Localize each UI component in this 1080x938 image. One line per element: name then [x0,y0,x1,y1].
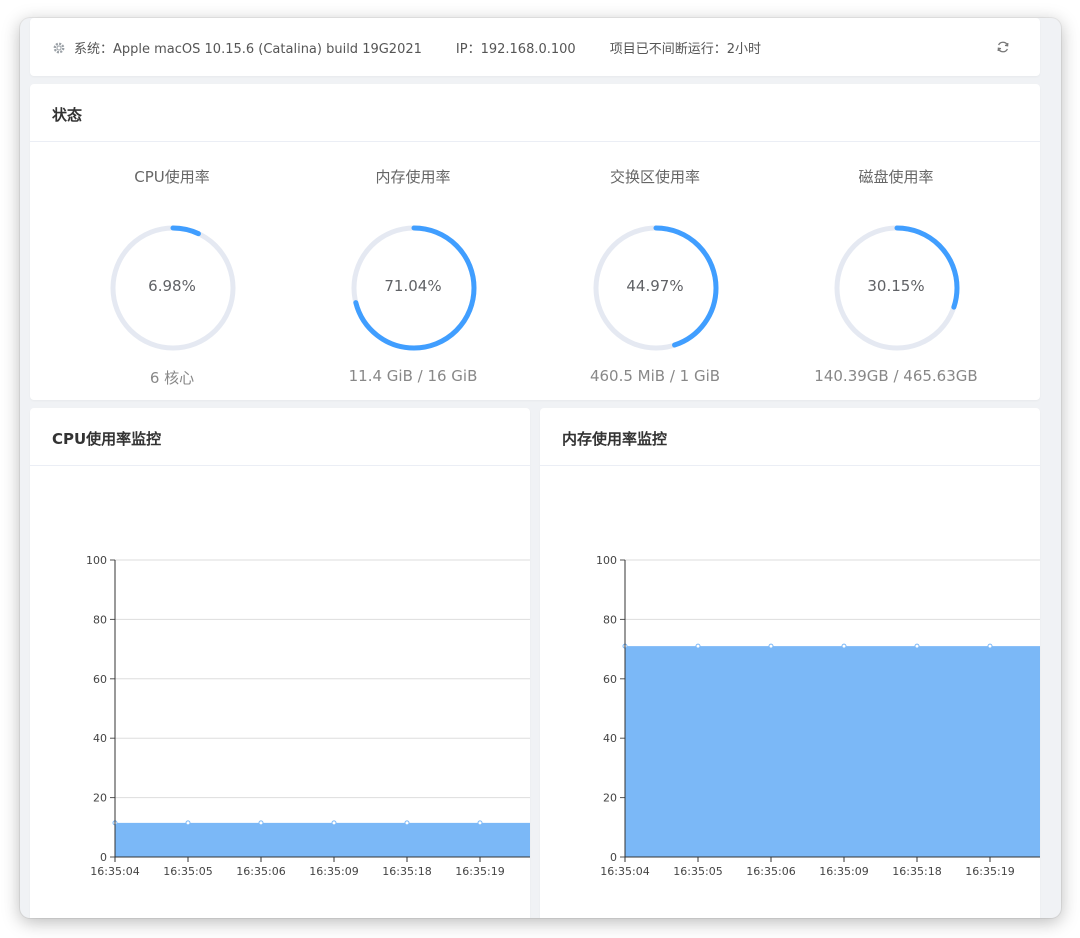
gauge-subtext: 11.4 GiB / 16 GiB [348,367,478,385]
gauge-subtext: 460.5 MiB / 1 GiB [589,367,721,385]
cpu-usage-chart: 0 20 40 60 80 100 16:35:04 16:35:05 16:35:06 16:3… [86,554,530,878]
x-tick-label: 16:35:06 [236,865,285,878]
x-tick-label: 16:35:18 [892,865,941,878]
gauge-subtext: 140.39GB / 465.63GB [814,367,978,385]
y-tick-label: 80 [603,613,617,626]
gauge-0: CPU使用率 6.98% 6 核心 [52,142,292,400]
y-tick-label: 100 [596,554,617,567]
ip-label: IP：192.168.0.100 [455,42,576,57]
y-tick-label: 40 [93,732,107,745]
app-window: 系统：Apple macOS 10.15.6 (Catalina) build … [20,18,1061,918]
cpu-monitor-header: CPU使用率监控 [30,408,530,466]
gauge-value: 44.97% [626,277,684,295]
x-tick-label: 16:35:04 [90,865,139,878]
system-label: 系统：Apple macOS 10.15.6 (Catalina) build … [74,42,422,57]
data-point [331,820,337,826]
x-tick-label: 16:35:18 [382,865,431,878]
data-point [768,643,774,649]
data-point [404,820,410,826]
system-info-bar: 系统：Apple macOS 10.15.6 (Catalina) build … [30,18,1040,76]
memory-monitor-header: 内存使用率监控 [540,408,1040,466]
y-tick-label: 40 [603,732,617,745]
gauge-subtext: 6 核心 [149,369,195,387]
chart-grid: 0 20 40 60 80 100 [86,554,530,864]
status-header: 状态 [30,84,1040,142]
gauge-value: 6.98% [148,277,196,295]
gauge-title: 交换区使用率 [609,168,700,186]
y-tick-label: 20 [93,792,107,805]
y-tick-label: 60 [603,673,617,686]
cpu-monitor-title: CPU使用率监控 [52,430,162,448]
uptime-label: 项目已不间断运行：2小时 [609,42,761,57]
gauge-2: 交换区使用率 44.97% 460.5 MiB / 1 GiB [535,142,775,400]
area-series [625,646,1040,857]
y-tick-label: 100 [86,554,107,567]
memory-monitor-title: 内存使用率监控 [562,430,668,448]
memory-usage-chart: 0 20 40 60 80 100 16:35:04 16:35:05 16:35:06 16:3… [596,554,1040,878]
x-tick-label: 16:35:05 [163,865,212,878]
gauge-1: 内存使用率 71.04% 11.4 GiB / 16 GiB [293,142,533,400]
data-point [477,820,483,826]
gauge-value: 71.04% [384,277,442,295]
status-title: 状态 [52,106,83,124]
data-point [914,643,920,649]
y-tick-label: 60 [93,673,107,686]
system-info-row: 系统：Apple macOS 10.15.6 (Catalina) build … [52,38,795,57]
x-tick-label: 16:35:09 [309,865,358,878]
x-tick-label: 16:35:19 [455,865,504,878]
y-tick-label: 20 [603,792,617,805]
data-point [987,643,993,649]
gauge-title: CPU使用率 [134,168,210,186]
data-point [841,643,847,649]
x-tick-label: 16:35:06 [746,865,795,878]
cpu-monitor-card: CPU使用率监控 0 20 40 60 80 100 16:35:04 16:35:05 16:… [30,408,530,918]
data-point [695,643,701,649]
y-tick-label: 80 [93,613,107,626]
x-tick-label: 16:35:19 [965,865,1014,878]
x-tick-label: 16:35:04 [600,865,649,878]
area-series [115,822,530,857]
x-tick-label: 16:35:09 [819,865,868,878]
data-point [258,820,264,826]
gauge-value: 30.15% [867,277,925,295]
gauge-title: 磁盘使用率 [858,168,934,186]
gauge-title: 内存使用率 [375,168,451,186]
gauge-3: 磁盘使用率 30.15% 140.39GB / 465.63GB [776,142,1016,400]
gear-icon [53,42,65,53]
refresh-icon[interactable] [996,40,1010,54]
data-point [185,820,191,826]
memory-monitor-card: 内存使用率监控 0 20 40 60 80 100 16:35:04 16:35:05 16:3… [540,408,1040,918]
x-tick-label: 16:35:05 [673,865,722,878]
y-tick-label: 0 [610,851,617,864]
y-tick-label: 0 [100,851,107,864]
status-panel: 状态 CPU使用率 6.98% 6 核心 内存使用率 71.04% 11.4 GiB / … [30,84,1040,400]
